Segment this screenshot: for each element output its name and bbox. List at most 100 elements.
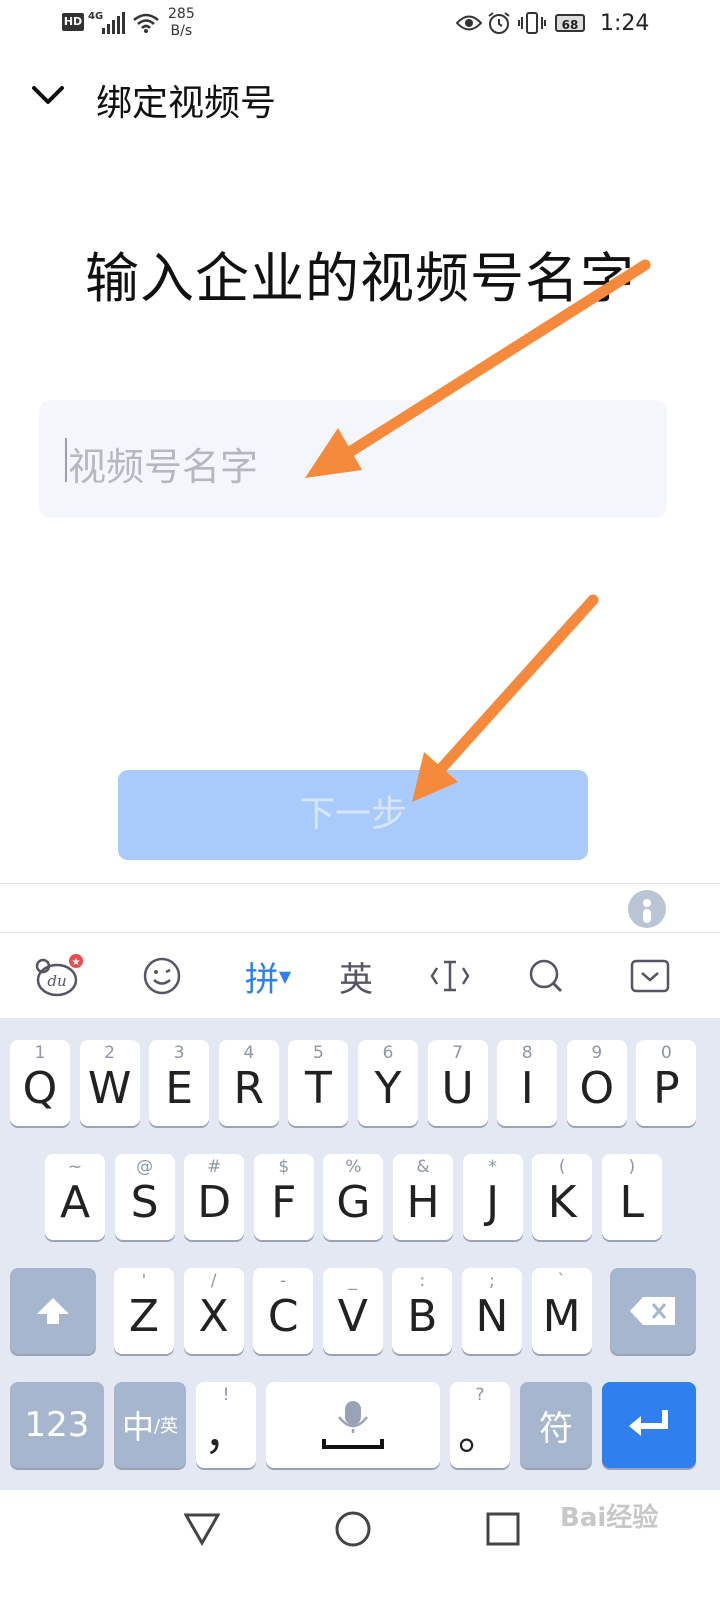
key-hint: ) [628,1157,636,1177]
home-circle-icon[interactable] [334,1510,372,1548]
watermark: Bai经验 [560,1503,659,1533]
key-w[interactable]: 2W [79,1040,140,1126]
key-k[interactable]: (K [532,1154,593,1240]
text-cursor-icon [430,960,470,992]
space-key[interactable] [266,1382,440,1468]
key-z[interactable]: ' Z [114,1268,174,1354]
key-m[interactable]: ` M [531,1268,592,1354]
key-hint: 3 [173,1043,185,1063]
arrow-to-input-icon [305,259,651,478]
key-hint: 9 [591,1043,603,1063]
recents-square-icon[interactable] [486,1512,520,1546]
key-letter: D [197,1176,232,1228]
shift-key[interactable] [10,1268,96,1354]
pinyin-mode-button[interactable]: 拼 ▼ [228,933,308,1019]
microphone-icon [322,1401,384,1449]
key-letter: H [406,1176,440,1228]
svg-text:du: du [47,972,66,990]
key-y[interactable]: 6Y [358,1040,418,1126]
key-hint: % [345,1157,362,1177]
numbers-key[interactable]: 123 [10,1382,104,1468]
key-letter: U [441,1062,474,1114]
key-letter: W [87,1062,132,1114]
key-hint: ; [489,1271,495,1291]
key-hint: / [210,1271,217,1291]
key-letter: P [653,1062,680,1114]
key-l[interactable]: ) L [601,1154,662,1240]
cursor-move-button[interactable] [410,933,490,1019]
key-g[interactable]: % G [323,1154,384,1240]
key-hint: 4 [243,1043,255,1063]
key-hint: ~ [67,1157,83,1177]
key-o[interactable]: 9O [566,1040,627,1126]
key-letter: O [579,1062,615,1114]
key-b[interactable]: :B [392,1268,453,1354]
search-button[interactable] [506,933,586,1019]
key-hint: 8 [521,1043,533,1063]
key-hint: ` [557,1271,566,1291]
language-switch-key[interactable]: 中/英 [114,1382,186,1468]
key-h[interactable]: & H [393,1154,453,1240]
symbols-key[interactable]: 符 [520,1382,592,1468]
keyboard: 1Q2W3E4R5T6Y7U8I9O0P ~ A @ S # D $ F% G & H * J(K) L … [0,1018,720,1490]
key-t[interactable]: 5T [288,1040,349,1126]
enter-key[interactable] [602,1382,696,1468]
period-key[interactable]: ?。 [450,1382,510,1468]
hide-keyboard-button[interactable] [610,933,690,1019]
key-d[interactable]: # D [184,1154,245,1240]
key-s[interactable]: @ S [114,1154,175,1240]
key-letter: A [59,1176,91,1228]
enter-icon [629,1410,668,1436]
key-hint: 0 [660,1043,672,1063]
arrow-annotations [305,259,651,802]
svg-text:★: ★ [72,957,81,968]
key-u[interactable]: 7U [427,1040,488,1126]
key-hint: 7 [452,1043,463,1063]
comma-key[interactable]: !， [196,1382,256,1468]
key-p[interactable]: 0P [636,1040,697,1126]
key-j[interactable]: * J [462,1154,523,1240]
key-r[interactable]: 4R [218,1040,279,1126]
backspace-key[interactable] [610,1268,696,1354]
search-icon [529,959,563,993]
key-hint: * [488,1157,497,1177]
baidu-input-logo[interactable]: du ★ [20,933,100,1019]
key-letter: Z [128,1290,160,1342]
key-hint: ( [558,1157,566,1177]
key-f[interactable]: $ F [253,1154,314,1240]
key-letter: F [271,1176,297,1228]
english-mode-button[interactable]: 英 [316,933,396,1019]
ime-toolbar: du ★ 拼 ▼ 英 [0,932,720,1018]
key-hint: $ [278,1157,290,1177]
key-letter: V [337,1290,368,1342]
key-letter: J [486,1176,500,1228]
key-v[interactable]: _ V [322,1268,383,1354]
key-letter: B [407,1290,438,1342]
key-hint: # [207,1157,222,1177]
smiley-icon [143,957,181,995]
key-e[interactable]: 3E [149,1040,210,1126]
candidate-bar [0,884,720,932]
key-letter: Q [22,1062,58,1114]
key-letter: K [547,1176,577,1228]
key-letter: T [304,1062,332,1114]
key-hint: @ [136,1157,154,1177]
key-letter: L [619,1176,645,1228]
key-q[interactable]: 1Q [10,1040,70,1126]
key-i[interactable]: 8I [497,1040,558,1126]
key-letter: E [165,1062,194,1114]
back-triangle-icon[interactable] [184,1512,220,1546]
voice-assistant-icon[interactable] [628,890,666,928]
key-letter: N [475,1290,509,1342]
key-hint: & [416,1157,430,1177]
key-x[interactable]: / X [183,1268,244,1354]
key-c[interactable]: -C [253,1268,314,1354]
key-a[interactable]: ~ A [45,1154,105,1240]
key-n[interactable]: ; N [462,1268,522,1354]
bear-logo-icon: du ★ [35,954,83,997]
keyboard-collapse-icon [630,959,670,993]
key-letter: G [336,1176,371,1228]
key-hint: 5 [312,1043,324,1063]
emoji-button[interactable] [122,933,202,1019]
key-letter: C [267,1290,299,1342]
